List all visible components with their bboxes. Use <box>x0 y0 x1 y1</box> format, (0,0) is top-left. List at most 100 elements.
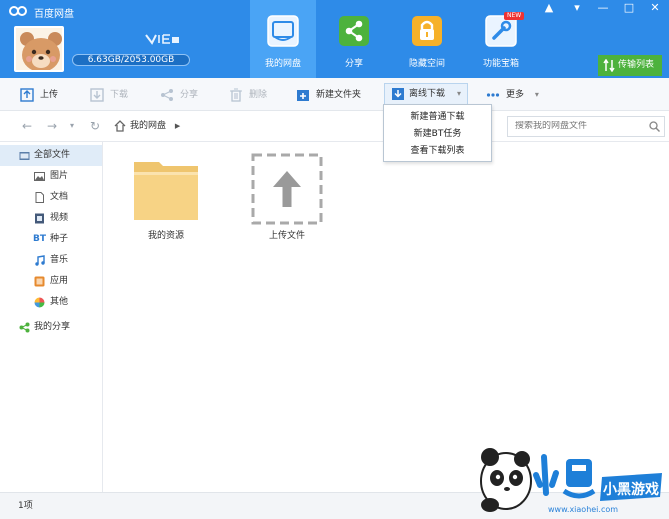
sidebar-item-other[interactable]: 其他 <box>0 292 102 313</box>
delete-label: 删除 <box>249 90 268 100</box>
search-icon[interactable] <box>649 121 660 132</box>
vip-badge-icon <box>145 34 179 45</box>
app-title: 百度网盘 <box>34 9 74 20</box>
home-icon <box>114 120 126 132</box>
storage-text: 6.63GB/2053.00GB <box>87 55 175 65</box>
offline-download-label: 离线下载 <box>409 89 446 99</box>
sidebar-item-music[interactable]: 音乐 <box>0 250 102 271</box>
transfer-arrows-icon <box>603 59 615 72</box>
storage-usage-bar: 6.63GB/2053.00GB <box>72 54 190 66</box>
folder-icon <box>19 152 30 160</box>
video-icon <box>35 213 44 224</box>
new-folder-button[interactable]: 新建文件夹 <box>296 87 361 103</box>
file-item-folder[interactable]: 我的资源 <box>121 150 211 242</box>
title-bar: 百度网盘 6.63GB/2053.00GB 我的网盘 分享 隐藏空间 NEW 功… <box>0 0 669 78</box>
sidebar-item-torrents[interactable]: BT 种子 <box>0 229 102 250</box>
more-button[interactable]: 更多 ▾ <box>486 87 539 103</box>
other-icon <box>34 297 45 308</box>
sidebar-item-label: 我的分享 <box>34 322 71 332</box>
sidebar-item-images[interactable]: 图片 <box>0 166 102 187</box>
trash-icon <box>230 88 242 102</box>
chevron-down-icon: ▾ <box>457 89 462 98</box>
tab-toolbox[interactable]: NEW 功能宝箱 <box>468 0 534 78</box>
sidebar-item-videos[interactable]: 视频 <box>0 208 102 229</box>
toolbar: 上传 下载 分享 删除 新建文件夹 离线下载 ▾ 更多 ▾ <box>0 78 669 111</box>
maximize-icon[interactable]: □ <box>620 2 638 14</box>
menu-item-new-bt-task[interactable]: 新建BT任务 <box>384 125 491 143</box>
sidebar-item-label: 图片 <box>50 171 69 181</box>
download-icon <box>90 88 104 102</box>
sidebar-item-my-shares[interactable]: 我的分享 <box>0 317 102 338</box>
folder-icon <box>134 162 198 220</box>
file-name: 我的资源 <box>147 231 184 241</box>
lock-icon <box>412 16 442 46</box>
upload-label: 上传 <box>40 90 59 100</box>
bt-icon: BT <box>33 234 46 244</box>
upload-icon <box>20 88 34 102</box>
sidebar-item-label: 种子 <box>50 234 69 244</box>
tab-toolbox-label: 功能宝箱 <box>482 59 519 69</box>
offline-download-icon <box>392 88 404 100</box>
refresh-icon[interactable]: ↻ <box>88 119 102 133</box>
menu-item-new-download[interactable]: 新建普通下载 <box>384 108 491 126</box>
sidebar-item-documents[interactable]: 文档 <box>0 187 102 208</box>
sidebar-item-apps[interactable]: 应用 <box>0 271 102 292</box>
item-count: 1项 <box>18 501 33 511</box>
breadcrumb-item[interactable]: 我的网盘 <box>130 121 166 131</box>
share-button[interactable]: 分享 <box>160 87 198 103</box>
share-icon <box>339 16 369 46</box>
tab-my-cloud[interactable]: 我的网盘 <box>250 0 316 78</box>
back-arrow-icon[interactable]: ← <box>20 119 34 133</box>
download-button[interactable]: 下载 <box>90 87 128 103</box>
sidebar-item-label: 音乐 <box>50 255 69 265</box>
menu-item-view-download-list[interactable]: 查看下载列表 <box>384 142 491 160</box>
new-folder-icon <box>297 90 309 101</box>
search-field[interactable] <box>507 116 665 137</box>
file-name: 上传文件 <box>268 231 305 241</box>
minimize-icon[interactable]: — <box>594 2 612 14</box>
app-icon <box>34 276 45 287</box>
breadcrumb-arrow-icon: ▶ <box>174 122 181 130</box>
forward-arrow-icon[interactable]: → <box>45 119 59 133</box>
more-label: 更多 <box>506 90 525 100</box>
sidebar-item-all-files[interactable]: 全部文件 <box>0 145 102 166</box>
breadcrumb[interactable]: 我的网盘 ▶ <box>110 116 380 137</box>
search-input[interactable] <box>515 121 645 131</box>
upload-button[interactable]: 上传 <box>20 87 58 103</box>
share-icon <box>161 89 173 101</box>
tab-share-label: 分享 <box>344 59 363 69</box>
sidebar-item-label: 视频 <box>50 213 69 223</box>
more-dots-icon <box>486 93 500 97</box>
new-folder-label: 新建文件夹 <box>316 90 362 100</box>
file-item-upload[interactable]: 上传文件 <box>242 150 332 242</box>
new-badge: NEW <box>504 12 525 20</box>
avatar[interactable] <box>14 26 64 72</box>
transfer-list-button[interactable]: 传输列表 <box>598 55 662 76</box>
tab-share[interactable]: 分享 <box>321 0 387 78</box>
tab-my-cloud-label: 我的网盘 <box>264 59 301 69</box>
sidebar-item-label: 文档 <box>50 192 69 202</box>
watermark-url: www.xiaohei.com <box>548 505 619 514</box>
share-label: 分享 <box>180 90 199 100</box>
offline-download-menu: 新建普通下载 新建BT任务 查看下载列表 <box>383 104 492 162</box>
upload-placeholder-icon <box>251 153 323 225</box>
address-bar: ← → ▾ ↻ 我的网盘 ▶ <box>0 111 669 142</box>
watermark-brand-text: 小黑游戏 <box>603 481 659 498</box>
history-dropdown-icon[interactable]: ▾ <box>65 119 79 133</box>
share-icon <box>19 322 30 333</box>
chevron-down-icon: ▾ <box>534 90 539 99</box>
cloud-icon <box>267 15 299 47</box>
menu-dropdown-icon[interactable]: ▾ <box>568 2 586 14</box>
music-icon <box>35 255 45 266</box>
document-icon <box>35 192 44 203</box>
sidebar-item-label: 应用 <box>50 276 69 286</box>
tab-hidden-space[interactable]: 隐藏空间 <box>394 0 460 78</box>
sidebar-item-label: 全部文件 <box>34 150 71 160</box>
bear-avatar-icon <box>16 28 62 70</box>
notification-icon[interactable]: ▲ <box>540 2 558 14</box>
transfer-list-label: 传输列表 <box>618 60 655 70</box>
close-icon[interactable]: ✕ <box>646 2 664 14</box>
delete-button[interactable]: 删除 <box>229 87 267 103</box>
sidebar-item-label: 其他 <box>50 297 69 307</box>
offline-download-button[interactable]: 离线下载 ▾ <box>384 83 469 105</box>
